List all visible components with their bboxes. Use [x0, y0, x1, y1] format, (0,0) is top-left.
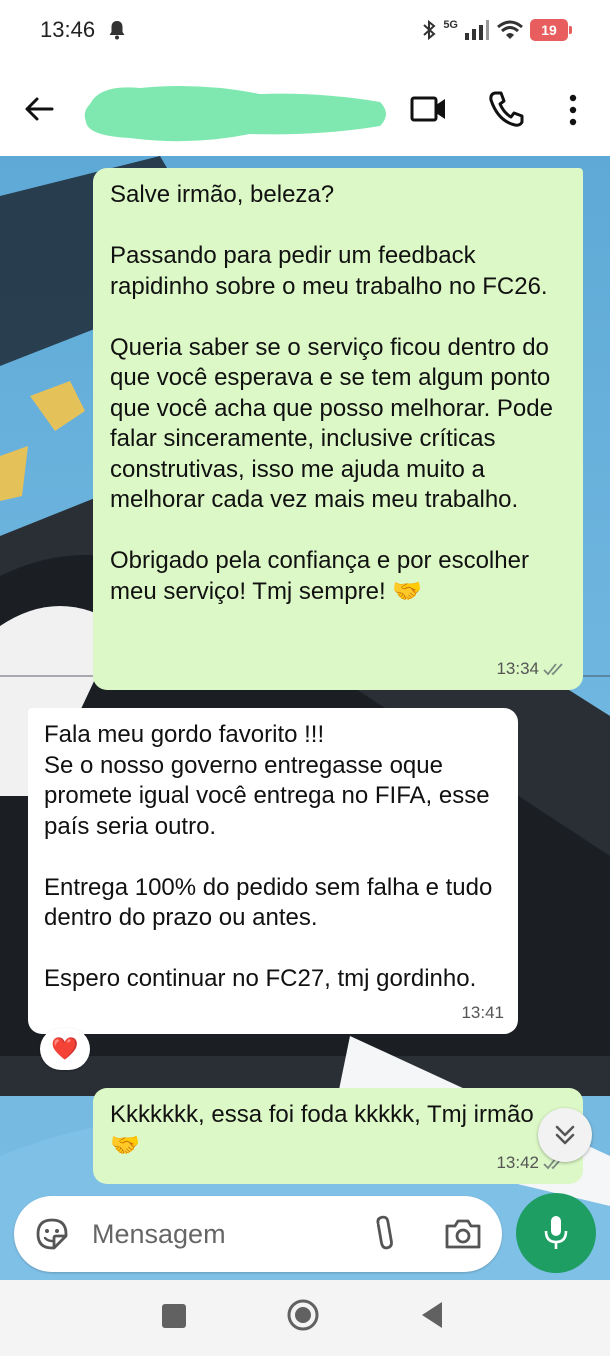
contact-name-redacted[interactable] — [80, 74, 390, 148]
video-camera-icon[interactable] — [410, 92, 448, 126]
message-time: 13:41 — [461, 1002, 504, 1022]
message-bubble-outgoing[interactable]: Salve irmão, beleza? Passando para pedir… — [93, 168, 583, 690]
wifi-icon — [497, 20, 523, 39]
back-triangle-icon[interactable] — [420, 1300, 444, 1330]
notification-bell-icon — [109, 21, 125, 40]
message-bubble-outgoing[interactable]: Kkkkkkk, essa foi foda kkkkk, Tmj irmão … — [93, 1088, 583, 1184]
message-text: Fala meu gordo favorito !!! Se o nosso g… — [44, 721, 493, 992]
recents-icon[interactable] — [162, 1304, 186, 1328]
bluetooth-icon — [423, 19, 436, 41]
camera-icon[interactable] — [444, 1216, 482, 1252]
chat-header — [0, 62, 610, 156]
battery-level: 19 — [541, 22, 557, 38]
network-type: 5G — [443, 19, 458, 31]
microphone-button[interactable] — [516, 1193, 596, 1273]
message-time: 13:42 — [496, 1152, 539, 1172]
battery-indicator: 19 — [530, 19, 572, 41]
status-time: 13:46 — [40, 17, 96, 42]
phone-icon[interactable] — [488, 90, 524, 128]
system-navigation-bar — [0, 1280, 610, 1356]
more-vertical-icon[interactable] — [562, 92, 584, 128]
scroll-to-bottom-button[interactable] — [538, 1108, 592, 1162]
status-bar: 13:46 5G 19 — [0, 0, 610, 62]
heart-reaction-icon: ❤️ — [51, 1036, 79, 1061]
message-reaction[interactable]: ❤️ — [40, 1028, 90, 1070]
microphone-icon — [544, 1216, 568, 1249]
sticker-icon[interactable] — [34, 1216, 70, 1252]
message-meta: 13:41 — [461, 998, 504, 1029]
redaction-mark — [84, 86, 387, 142]
message-time: 13:34 — [496, 658, 539, 678]
arrow-left-icon[interactable] — [20, 90, 58, 128]
double-chevron-down-icon — [555, 1125, 575, 1145]
chat-area[interactable]: Salve irmão, beleza? Passando para pedir… — [0, 156, 610, 1280]
double-check-icon — [543, 663, 563, 676]
message-text: Salve irmão, beleza? Passando para pedir… — [110, 181, 553, 605]
paperclip-icon[interactable] — [370, 1214, 400, 1254]
message-composer[interactable]: Mensagem — [14, 1196, 502, 1272]
signal-icon — [465, 20, 489, 40]
message-meta: 13:34 — [496, 654, 569, 685]
message-bubble-incoming[interactable]: Fala meu gordo favorito !!! Se o nosso g… — [28, 708, 518, 1034]
home-icon[interactable] — [286, 1298, 320, 1332]
message-input[interactable]: Mensagem — [92, 1219, 226, 1250]
system-icons: 5G 19 — [421, 16, 572, 44]
